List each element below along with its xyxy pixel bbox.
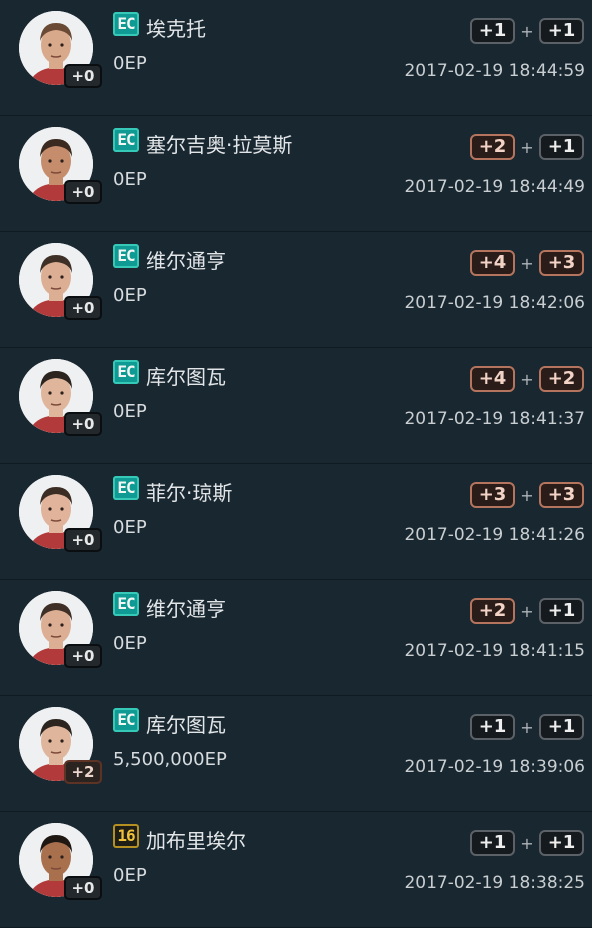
timestamp: 2017-02-19 18:41:15 [404,641,585,661]
player-history-list: +0 EC 埃克托 0EP 2017-02-19 18:44:59 +1 + +1 +0 EC 塞尔… [0,0,592,928]
list-item[interactable]: +2 EC 库尔图瓦 5,500,000EP 2017-02-19 18:39:06 +1… [0,696,592,812]
card-type-tag: EC [113,708,139,732]
upgrade-badge-right: +3 [539,482,584,508]
upgrade-badges: +1 + +1 [470,713,584,741]
list-item[interactable]: +0 EC 维尔通亨 0EP 2017-02-19 18:42:06 +4 + +3 [0,232,592,348]
plus-separator: + [520,601,534,621]
ep-value: 0EP [113,517,147,538]
upgrade-badges: +1 + +1 [470,829,584,857]
upgrade-badge-right: +1 [539,18,584,44]
ep-value: 0EP [113,401,147,422]
card-type-tag: EC [113,360,139,384]
plus-separator: + [520,21,534,41]
upgrade-badges: +4 + +2 [470,365,584,393]
card-type-tag: EC [113,592,139,616]
plus-separator: + [520,485,534,505]
upgrade-badges: +2 + +1 [470,133,584,161]
level-badge: +0 [64,412,102,436]
upgrade-badges: +3 + +3 [470,481,584,509]
player-name: 维尔通亨 [146,249,226,273]
player-name: 塞尔吉奥·拉莫斯 [146,133,293,157]
player-name: 菲尔·琼斯 [146,481,233,505]
plus-separator: + [520,833,534,853]
plus-separator: + [520,137,534,157]
upgrade-badge-left: +1 [470,18,515,44]
level-badge: +2 [64,760,102,784]
level-badge: +0 [64,876,102,900]
ep-value: 5,500,000EP [113,749,227,770]
player-name: 维尔通亨 [146,597,226,621]
upgrade-badge-right: +1 [539,714,584,740]
upgrade-badges: +4 + +3 [470,249,584,277]
upgrade-badge-right: +1 [539,134,584,160]
level-badge: +0 [64,64,102,88]
upgrade-badges: +1 + +1 [470,17,584,45]
timestamp: 2017-02-19 18:42:06 [404,293,585,313]
timestamp: 2017-02-19 18:41:26 [404,525,585,545]
upgrade-badge-left: +4 [470,250,515,276]
upgrade-badge-left: +1 [470,714,515,740]
level-badge: +0 [64,296,102,320]
upgrade-badge-right: +3 [539,250,584,276]
ep-value: 0EP [113,865,147,886]
ep-value: 0EP [113,169,147,190]
timestamp: 2017-02-19 18:41:37 [404,409,585,429]
plus-separator: + [520,369,534,389]
player-name: 埃克托 [146,17,206,41]
timestamp: 2017-02-19 18:39:06 [404,757,585,777]
card-type-tag: EC [113,128,139,152]
card-type-tag: EC [113,476,139,500]
timestamp: 2017-02-19 18:44:59 [404,61,585,81]
upgrade-badge-left: +4 [470,366,515,392]
upgrade-badge-right: +1 [539,830,584,856]
player-name: 库尔图瓦 [146,365,226,389]
list-item[interactable]: +0 EC 维尔通亨 0EP 2017-02-19 18:41:15 +2 + +1 [0,580,592,696]
upgrade-badge-left: +2 [470,598,515,624]
plus-separator: + [520,717,534,737]
player-name: 库尔图瓦 [146,713,226,737]
player-name: 加布里埃尔 [146,829,246,853]
upgrade-badge-left: +1 [470,830,515,856]
level-badge: +0 [64,528,102,552]
upgrade-badges: +2 + +1 [470,597,584,625]
upgrade-badge-left: +2 [470,134,515,160]
upgrade-badge-right: +2 [539,366,584,392]
ep-value: 0EP [113,633,147,654]
list-item[interactable]: +0 EC 埃克托 0EP 2017-02-19 18:44:59 +1 + +1 [0,0,592,116]
level-badge: +0 [64,180,102,204]
level-badge: +0 [64,644,102,668]
list-item[interactable]: +0 16 加布里埃尔 0EP 2017-02-19 18:38:25 +1 + +1 [0,812,592,928]
upgrade-badge-right: +1 [539,598,584,624]
timestamp: 2017-02-19 18:44:49 [404,177,585,197]
card-type-tag: 16 [113,824,139,848]
plus-separator: + [520,253,534,273]
card-type-tag: EC [113,244,139,268]
list-item[interactable]: +0 EC 库尔图瓦 0EP 2017-02-19 18:41:37 +4 + +2 [0,348,592,464]
list-item[interactable]: +0 EC 菲尔·琼斯 0EP 2017-02-19 18:41:26 +3 + +3 [0,464,592,580]
timestamp: 2017-02-19 18:38:25 [404,873,585,893]
card-type-tag: EC [113,12,139,36]
list-item[interactable]: +0 EC 塞尔吉奥·拉莫斯 0EP 2017-02-19 18:44:49 +2 + +1 [0,116,592,232]
upgrade-badge-left: +3 [470,482,515,508]
ep-value: 0EP [113,285,147,306]
ep-value: 0EP [113,53,147,74]
